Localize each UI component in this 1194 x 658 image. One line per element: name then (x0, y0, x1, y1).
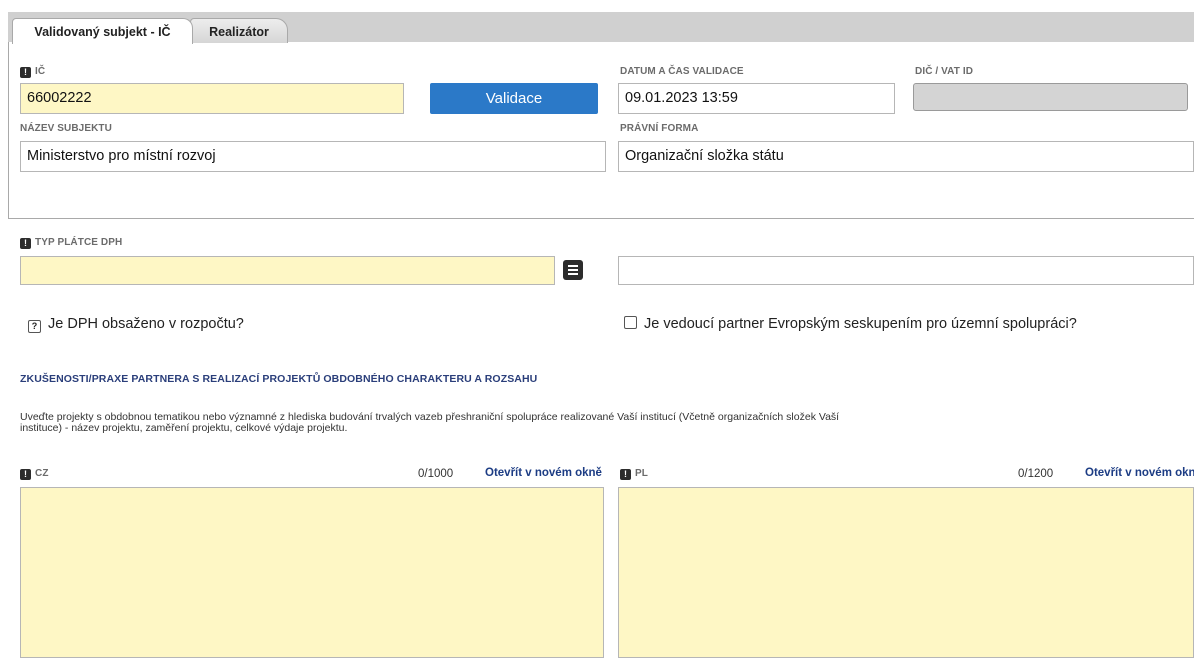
cz-open-new-window-link[interactable]: Otevřít v novém okně (485, 467, 602, 479)
experience-description: Uveďte projekty s obdobnou tematikou neb… (20, 411, 840, 434)
required-icon: ! (20, 67, 31, 78)
tab-validovany-subjekt[interactable]: Validovaný subjekt - IČ (12, 18, 193, 44)
tab-realizator[interactable]: Realizátor (190, 18, 288, 43)
legal-form-label: PRÁVNÍ FORMA (620, 123, 699, 134)
ic-label: ! IČ (20, 66, 45, 78)
dic-label: DIČ / VAT ID (915, 66, 974, 77)
required-icon: ! (20, 469, 31, 480)
name-label: NÁZEV SUBJEKTU (20, 123, 112, 134)
dph-in-budget-checkbox[interactable]: ? Je DPH obsaženo v rozpočtu? (28, 316, 244, 333)
checkbox-icon[interactable] (624, 316, 637, 329)
cz-char-counter: 0/1000 (418, 468, 454, 480)
pl-textarea[interactable] (618, 487, 1194, 658)
legal-form-field[interactable]: Organizační složka státu (618, 141, 1194, 172)
vat-type-description-field[interactable] (618, 256, 1194, 285)
egtc-lead-checkbox[interactable]: Je vedoucí partner Evropským seskupením … (624, 316, 1077, 332)
validate-button[interactable]: Validace (430, 83, 598, 114)
dic-field[interactable] (913, 83, 1188, 111)
cz-textarea[interactable] (20, 487, 604, 658)
datetime-field[interactable]: 09.01.2023 13:59 (618, 83, 895, 114)
vat-type-input[interactable] (20, 256, 555, 285)
subject-name-field[interactable]: Ministerstvo pro místní rozvoj (20, 141, 606, 172)
list-icon[interactable] (563, 260, 583, 280)
validation-panel (8, 42, 1194, 219)
required-icon: ! (20, 238, 31, 249)
pl-label: ! PL (620, 468, 648, 480)
required-icon: ! (620, 469, 631, 480)
pl-char-counter: 0/1200 (1018, 468, 1054, 480)
checkbox-unknown-icon[interactable]: ? (28, 320, 41, 333)
experience-heading: ZKUŠENOSTI/PRAXE PARTNERA S REALIZACÍ PR… (20, 373, 538, 385)
vat-type-label: ! TYP PLÁTCE DPH (20, 237, 122, 249)
cz-label: ! CZ (20, 468, 49, 480)
ic-input[interactable]: 66002222 (20, 83, 404, 114)
datetime-label: DATUM A ČAS VALIDACE (620, 66, 744, 77)
pl-open-new-window-link[interactable]: Otevřít v novém okně (1085, 467, 1194, 479)
